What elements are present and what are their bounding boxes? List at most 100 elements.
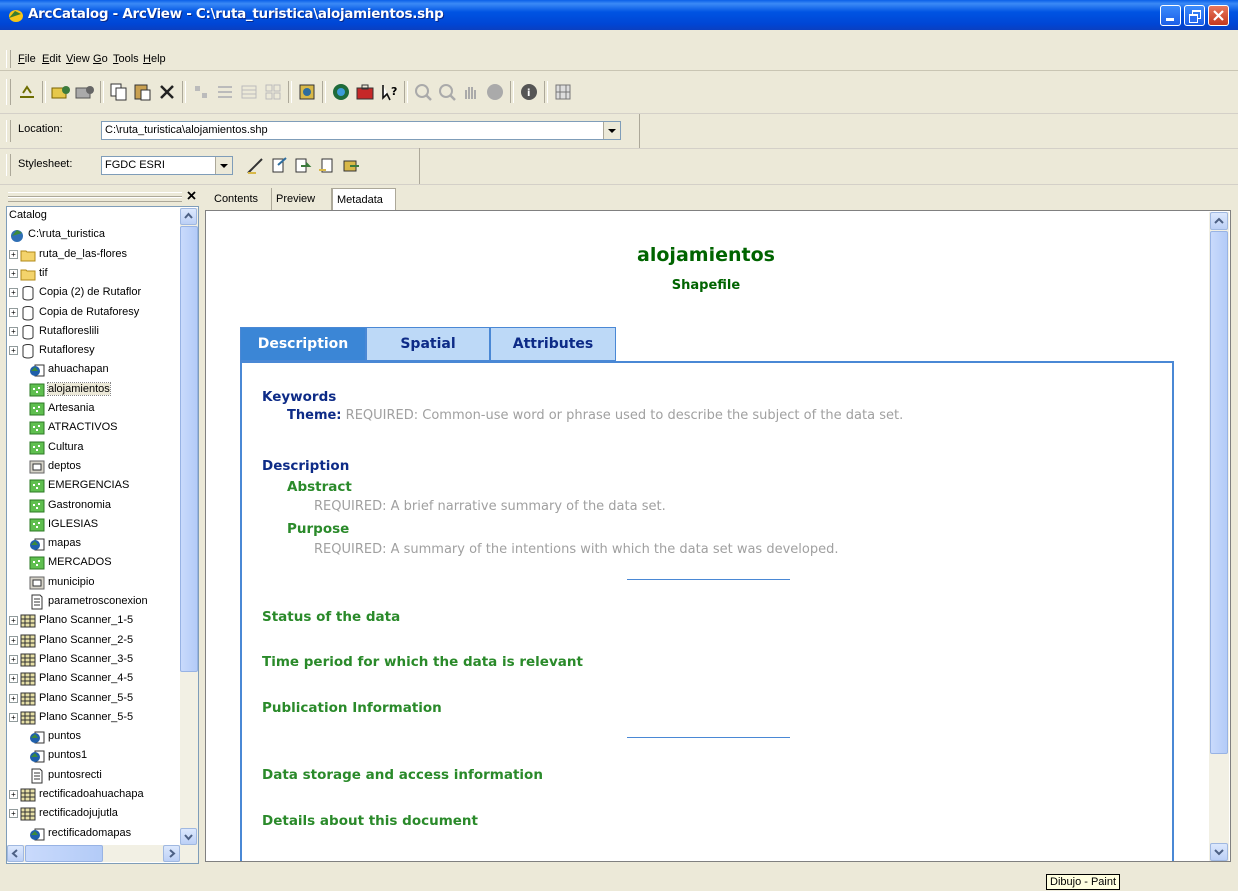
toolbar-grip[interactable]	[6, 79, 11, 105]
catalog-tree-item[interactable]: C:\ruta_turistica	[7, 226, 179, 245]
create-thumbnail-icon[interactable]	[552, 81, 574, 103]
catalog-tree-item-label[interactable]: C:\ruta_turistica	[28, 228, 105, 240]
catalog-tree-item[interactable]: EMERGENCIAS	[7, 477, 179, 496]
catalog-tree-item[interactable]: IGLESIAS	[7, 516, 179, 535]
close-pane-icon[interactable]	[186, 190, 197, 201]
tab-preview[interactable]: Preview	[272, 188, 332, 210]
tab-spatial[interactable]: Spatial	[366, 327, 490, 361]
catalog-tree-item-label[interactable]: Rutafloresy	[39, 344, 95, 356]
scroll-up-button[interactable]	[1210, 212, 1228, 230]
launch-arcmap-icon[interactable]	[296, 81, 318, 103]
catalog-tree-item[interactable]: rectificadomapas	[7, 825, 179, 844]
catalog-tree-item[interactable]: Cultura	[7, 439, 179, 458]
toolbar-grip[interactable]	[6, 154, 11, 176]
list-view-icon[interactable]	[214, 81, 236, 103]
catalog-tree-item-label[interactable]: Plano Scanner_2-5	[39, 634, 133, 646]
abstract-heading[interactable]: Abstract	[287, 479, 352, 495]
catalog-tree-item[interactable]: deptos	[7, 458, 179, 477]
expand-toggle-icon[interactable]: +	[9, 308, 18, 317]
catalog-tree-item[interactable]: + rectificadoahuachapa	[7, 786, 179, 805]
data-storage-heading[interactable]: Data storage and access information	[262, 767, 543, 783]
catalog-tree-item[interactable]: + Copia de Rutaforesy	[7, 304, 179, 323]
catalog-tree-item[interactable]: puntos	[7, 728, 179, 747]
catalog-tree-item-label[interactable]: alojamientos	[47, 382, 111, 396]
catalog-tree-item-label[interactable]: ruta_de_las-flores	[39, 248, 127, 260]
scroll-up-button[interactable]	[180, 208, 197, 225]
catalog-tree-item[interactable]: municipio	[7, 574, 179, 593]
scroll-thumb[interactable]	[25, 845, 103, 862]
catalog-tree-item-label[interactable]: puntos	[48, 730, 81, 742]
edit-metadata-icon[interactable]	[244, 155, 266, 177]
catalog-vertical-scrollbar[interactable]	[180, 208, 198, 863]
catalog-tree-item-label[interactable]: Artesania	[48, 402, 94, 414]
tab-description[interactable]: Description	[240, 327, 366, 361]
expand-toggle-icon[interactable]: +	[9, 809, 18, 818]
catalog-tree-item-label[interactable]: ahuachapan	[48, 363, 109, 375]
delete-icon[interactable]	[156, 81, 178, 103]
catalog-tree-item-label[interactable]: Plano Scanner_3-5	[39, 653, 133, 665]
paste-icon[interactable]	[132, 81, 154, 103]
catalog-tree-item-label[interactable]: tif	[39, 267, 48, 279]
catalog-tree-item[interactable]: alojamientos	[7, 381, 179, 400]
restore-button[interactable]	[1184, 5, 1205, 26]
scroll-thumb[interactable]	[1210, 231, 1228, 754]
catalog-tree-item-label[interactable]: Copia (2) de Rutaflor	[39, 286, 141, 298]
catalog-tree-item-label[interactable]: deptos	[48, 460, 81, 472]
catalog-tree-item[interactable]: + Plano Scanner_5-5	[7, 709, 179, 728]
toolbar-grip[interactable]	[6, 120, 11, 142]
expand-toggle-icon[interactable]: +	[9, 288, 18, 297]
tab-attributes[interactable]: Attributes	[490, 327, 616, 361]
create-update-metadata-icon[interactable]	[292, 155, 314, 177]
close-button[interactable]	[1208, 5, 1229, 26]
expand-toggle-icon[interactable]: +	[9, 655, 18, 664]
pane-grip[interactable]	[8, 197, 182, 202]
menu-go[interactable]: Go	[93, 53, 108, 65]
catalog-root-label[interactable]: Catalog	[9, 209, 47, 221]
tab-metadata[interactable]: Metadata	[332, 188, 396, 211]
copy-icon[interactable]	[108, 81, 130, 103]
catalog-tree-item-label[interactable]: rectificadoahuachapa	[39, 788, 144, 800]
tab-contents[interactable]: Contents	[210, 188, 272, 210]
scroll-down-button[interactable]	[1210, 843, 1228, 861]
catalog-tree-item-label[interactable]: Plano Scanner_5-5	[39, 692, 133, 704]
zoom-out-icon[interactable]	[436, 81, 458, 103]
pan-icon[interactable]	[460, 81, 482, 103]
catalog-tree-item-label[interactable]: IGLESIAS	[48, 518, 98, 530]
menu-edit[interactable]: Edit	[42, 53, 61, 65]
catalog-tree-item[interactable]: + tif	[7, 265, 179, 284]
catalog-tree-item[interactable]: + Rutafloreslili	[7, 323, 179, 342]
menu-view[interactable]: View	[66, 53, 90, 65]
description-heading[interactable]: Description	[262, 458, 349, 474]
catalog-tree-item[interactable]: + rectificadojujutla	[7, 805, 179, 824]
large-icons-view-icon[interactable]	[190, 81, 212, 103]
catalog-tree-item-label[interactable]: Rutafloreslili	[39, 325, 99, 337]
status-heading[interactable]: Status of the data	[262, 609, 400, 625]
catalog-tree-item[interactable]: Gastronomia	[7, 497, 179, 516]
location-value[interactable]: C:\ruta_turistica\alojamientos.shp	[105, 124, 268, 136]
catalog-tree-item-label[interactable]: rectificadojujutla	[39, 807, 118, 819]
catalog-tree-item-label[interactable]: Gastronomia	[48, 499, 111, 511]
keywords-heading[interactable]: Keywords	[262, 389, 336, 405]
catalog-tree-item-label[interactable]: mapas	[48, 537, 81, 549]
catalog-tree-item[interactable]: MERCADOS	[7, 554, 179, 573]
identify-icon[interactable]: i	[518, 81, 540, 103]
connect-folder-icon[interactable]	[50, 81, 72, 103]
location-dropdown-button[interactable]	[603, 122, 620, 139]
details-heading[interactable]: Details about this document	[262, 813, 478, 829]
catalog-tree-item-label[interactable]: ATRACTIVOS	[48, 421, 117, 433]
catalog-tree-item-label[interactable]: puntosrecti	[48, 769, 102, 781]
catalog-tree[interactable]: Catalog C:\ruta_turistica + ruta_de_las-fl…	[6, 206, 199, 864]
catalog-tree-item[interactable]: puntos1	[7, 747, 179, 766]
catalog-tree-item[interactable]: + Copia (2) de Rutaflor	[7, 284, 179, 303]
menu-help[interactable]: Help	[143, 53, 166, 65]
catalog-tree-item-label[interactable]: EMERGENCIAS	[48, 479, 129, 491]
catalog-tree-item[interactable]: + Plano Scanner_2-5	[7, 632, 179, 651]
expand-toggle-icon[interactable]: +	[9, 346, 18, 355]
arctoolbox-icon[interactable]	[354, 81, 376, 103]
zoom-in-icon[interactable]	[412, 81, 434, 103]
scroll-down-button[interactable]	[180, 828, 197, 845]
catalog-tree-item[interactable]: + Rutafloresy	[7, 342, 179, 361]
stylesheet-combo[interactable]: FGDC ESRI	[101, 156, 233, 175]
catalog-tree-item-label[interactable]: rectificadomapas	[48, 827, 131, 839]
export-metadata-icon[interactable]	[340, 155, 362, 177]
